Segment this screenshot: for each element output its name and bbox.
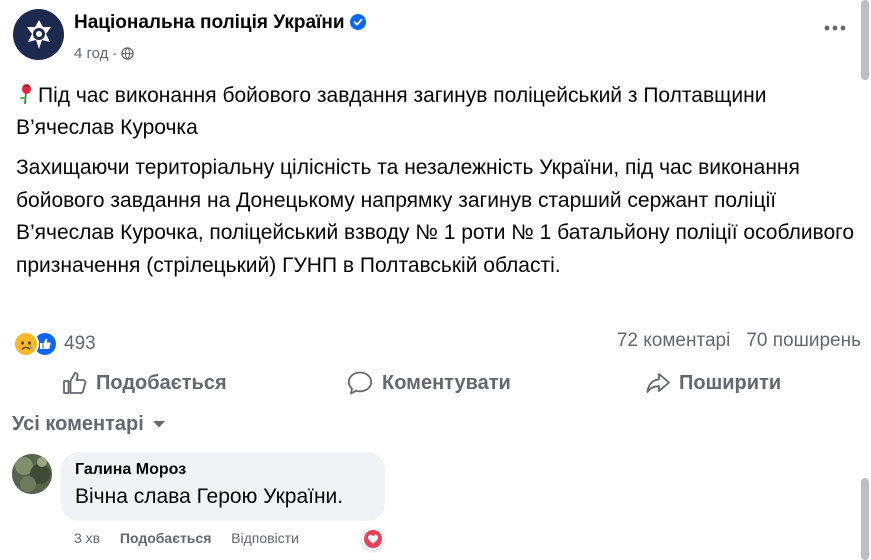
sad-icon <box>13 331 39 357</box>
post-title-text: Під час виконання бойового завдання заги… <box>16 84 767 139</box>
scrollbar-thumb-lower[interactable] <box>861 478 869 560</box>
verified-icon <box>349 14 366 30</box>
chevron-down-icon <box>152 421 165 428</box>
like-icon <box>63 372 87 394</box>
scrollbar-thumb[interactable] <box>861 0 869 80</box>
comment-button-label: Коментувати <box>382 371 511 394</box>
share-button-label: Поширити <box>679 371 782 394</box>
page-name-row: Національна поліція України <box>74 12 366 34</box>
engagement-counts: 72 коментарі 70 поширень <box>617 330 861 352</box>
more-icon <box>824 25 846 31</box>
share-icon <box>646 373 670 393</box>
comment-like-button[interactable]: Подобається <box>120 530 211 546</box>
comment-button[interactable]: Коментувати <box>346 364 511 402</box>
comment-text: Вічна слава Герою України. <box>75 485 344 508</box>
comment-reply-button[interactable]: Відповісти <box>231 530 299 546</box>
globe-icon <box>121 47 135 60</box>
police-emblem-icon <box>26 19 51 49</box>
commenter-photo <box>12 454 52 494</box>
page-avatar[interactable] <box>13 9 64 60</box>
comment-icon <box>347 371 373 395</box>
like-button[interactable]: Подобається <box>62 364 227 402</box>
meta-separator: · <box>112 45 118 62</box>
comment-bubble: Галина Мороз Вічна слава Герою України. <box>61 452 385 521</box>
flower-icon <box>20 84 31 105</box>
shares-count-link[interactable]: 70 поширень <box>746 330 861 351</box>
commenter-avatar[interactable] <box>12 454 52 494</box>
post-meta: 4 год · <box>74 45 135 62</box>
post-actions: Подобається Коментувати Поширити <box>0 364 861 402</box>
like-button-label: Подобається <box>96 371 227 394</box>
comment-meta: 3 хв Подобається Відповісти <box>74 530 299 546</box>
post-time[interactable]: 4 год <box>74 45 108 62</box>
share-button[interactable]: Поширити <box>645 364 781 402</box>
love-icon <box>364 530 382 548</box>
post-body: Захищаючи територіальну цілісність та не… <box>16 156 855 277</box>
more-options-button[interactable] <box>820 18 850 38</box>
comments-count-link[interactable]: 72 коментарі <box>617 330 730 351</box>
comment-reaction[interactable] <box>362 528 384 550</box>
post-title: Під час виконання бойового завдання заги… <box>16 80 856 144</box>
comments-filter-dropdown[interactable]: Усі коментарі <box>12 413 166 436</box>
reactions-count: 493 <box>64 333 96 354</box>
reactions-summary[interactable]: 493 <box>13 331 96 357</box>
comment-time[interactable]: 3 хв <box>74 530 100 546</box>
comment-author[interactable]: Галина Мороз <box>75 461 186 479</box>
comments-filter-label: Усі коментарі <box>12 413 144 435</box>
page-name[interactable]: Національна поліція України <box>74 12 345 33</box>
